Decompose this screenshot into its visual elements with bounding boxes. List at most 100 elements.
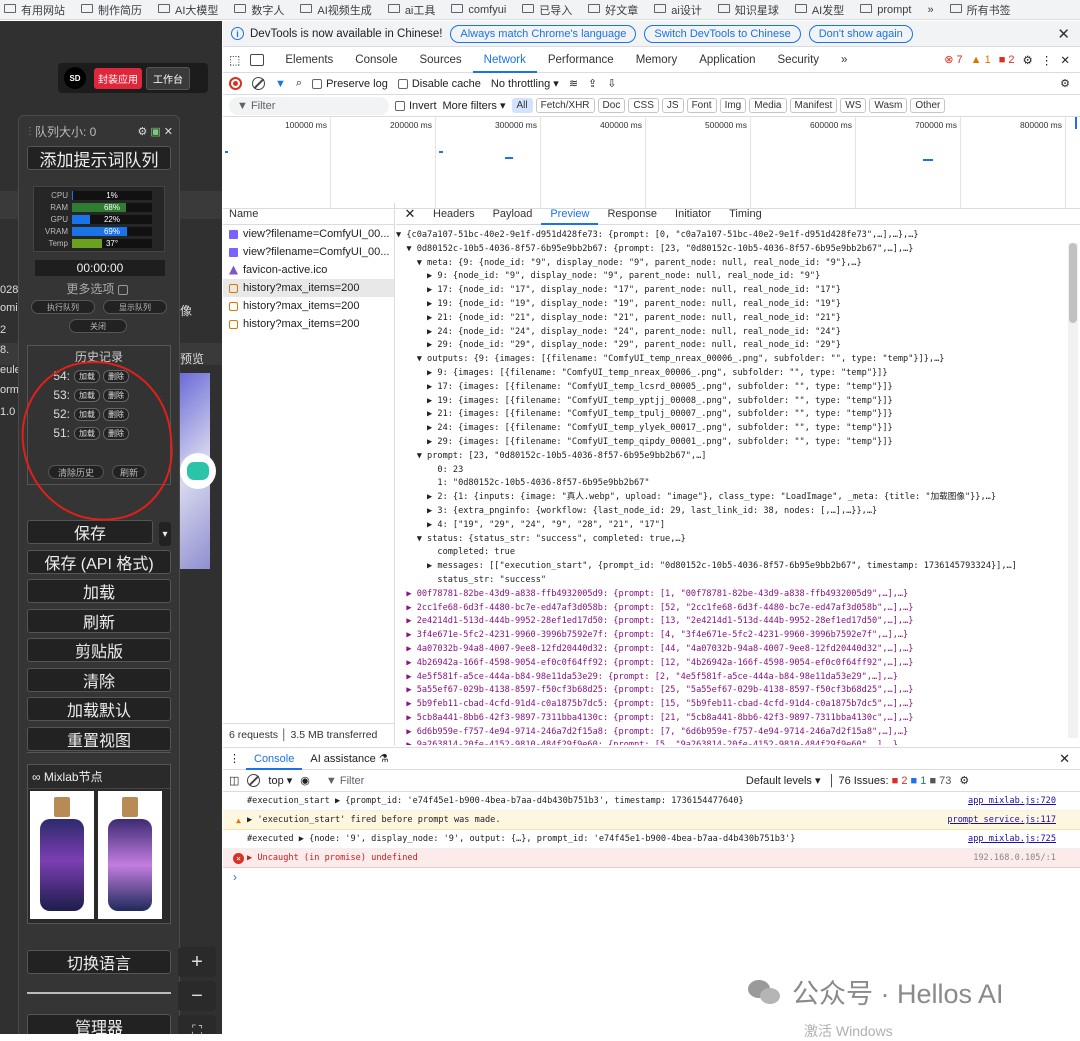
json-line[interactable]: ▶ 2e4214d1-513d-444b-9952-28ef1ed17d50: … (396, 615, 1064, 629)
tab-elements[interactable]: Elements (274, 47, 344, 73)
json-line[interactable]: ▶ 4a07032b-94a8-4007-9ee8-12fd20440d32: … (396, 643, 1064, 657)
refresh-history-button[interactable]: 刷新 (112, 465, 146, 479)
console-message[interactable]: ✕ ▶ Uncaught (in promise) undefined 192.16… (223, 849, 1080, 868)
filter-funnel-icon[interactable]: ▼ (275, 78, 286, 90)
name-column-header[interactable]: Name (223, 203, 394, 225)
history-delete-button[interactable]: 删除 (103, 407, 129, 421)
bookmark-5[interactable]: ai工具 (387, 2, 435, 18)
console-prompt[interactable]: › (223, 870, 1080, 884)
history-load-button[interactable]: 加载 (74, 407, 100, 421)
network-timeline[interactable]: 100000 ms 200000 ms 300000 ms 400000 ms 5000… (223, 117, 1080, 209)
more-options-toggle[interactable]: 更多选项 (19, 280, 179, 297)
wifi-icon[interactable]: ≋ (569, 77, 578, 90)
filter-chip-all[interactable]: All (511, 98, 533, 113)
gear-icon[interactable]: ⚙ (1023, 53, 1033, 67)
console-source-link[interactable]: app_mixlab.js:725 (968, 834, 1056, 844)
load-button[interactable]: 加载 (27, 579, 171, 603)
bookmark-4[interactable]: AI视频生成 (300, 2, 372, 18)
more-filters-button[interactable]: More filters ▾ (443, 99, 506, 112)
manager-button[interactable]: 管理器 (27, 1014, 171, 1034)
json-line[interactable]: ▶ 17: {node_id: "17", display_node: "17"… (396, 284, 1064, 298)
eye-icon[interactable]: ◉ (300, 774, 310, 787)
switch-chinese-button[interactable]: Switch DevTools to Chinese (644, 24, 801, 43)
tab-console[interactable]: Console (344, 47, 408, 73)
refresh-button[interactable]: 刷新 (27, 608, 171, 633)
json-line[interactable]: ▶ 19: {node_id: "19", display_node: "19"… (396, 298, 1064, 312)
history-load-button[interactable]: 加载 (74, 388, 100, 402)
tab-payload[interactable]: Payload (484, 203, 542, 225)
request-row[interactable]: view?filename=ComfyUI_00... (223, 225, 394, 243)
json-line[interactable]: ▶ 29: {images: [{filename: "ComfyUI_temp… (396, 436, 1064, 450)
all-bookmarks-folder[interactable]: 所有书签 (949, 2, 1011, 18)
kebab-menu-icon[interactable]: ⋮ (1041, 53, 1053, 67)
fit-view-icon[interactable]: ⛶ (178, 1015, 216, 1034)
json-line[interactable]: ▶ 2cc1fe68-6d3f-4480-bc7e-ed47af3d058b: … (396, 602, 1064, 616)
preview-scrollbar[interactable] (1068, 243, 1078, 738)
package-app-button[interactable]: 封装应用 (94, 67, 142, 89)
json-line[interactable]: ▶ 5b9feb11-cbad-4cfd-91d4-c0a1875b7dc5: … (396, 698, 1064, 712)
tab-performance[interactable]: Performance (537, 47, 625, 73)
json-line[interactable]: ▼ 0d80152c-10b5-4036-8f57-6b95e9bb2b67: … (396, 243, 1064, 257)
device-toolbar-icon[interactable] (250, 53, 265, 66)
filter-chip-other[interactable]: Other (910, 98, 946, 113)
tab-security[interactable]: Security (767, 47, 831, 73)
bookmark-6[interactable]: comfyui (451, 4, 506, 16)
switch-language-button[interactable]: 切换语言 (27, 950, 171, 974)
gear-icon[interactable]: ⚙ (138, 125, 148, 138)
preserve-log-checkbox[interactable]: Preserve log (312, 78, 388, 90)
clear-button[interactable]: 清除 (27, 667, 171, 692)
upload-icon[interactable]: ⇪ (588, 77, 597, 90)
filter-chip-media[interactable]: Media (749, 98, 787, 113)
filter-chip-manifest[interactable]: Manifest (789, 98, 838, 113)
record-icon[interactable] (229, 77, 242, 90)
json-line[interactable]: ▶ 19: {images: [{filename: "ComfyUI_temp… (396, 395, 1064, 409)
bookmark-8[interactable]: 好文章 (588, 2, 638, 18)
chat-bubble-icon[interactable] (180, 453, 216, 489)
request-row[interactable]: history?max_items=200 (223, 315, 394, 333)
json-line[interactable]: ▶ 24: {images: [{filename: "ComfyUI_temp… (396, 422, 1064, 436)
save-api-button[interactable]: 保存 (API 格式) (27, 549, 171, 574)
clipboard-button[interactable]: 剪贴版 (27, 638, 171, 662)
close-icon[interactable]: ✕ (1060, 53, 1070, 67)
disable-cache-checkbox[interactable]: Disable cache (397, 78, 481, 90)
zoom-out-icon[interactable]: − (178, 981, 216, 1011)
image-icon[interactable]: ▣ (150, 125, 160, 138)
bookmark-11[interactable]: AI发型 (794, 2, 844, 18)
tab-network[interactable]: Network (472, 47, 537, 73)
json-line[interactable]: ▶ 4b26942a-166f-4598-9054-ef0c0f64ff92: … (396, 657, 1064, 671)
bottle-image-1[interactable] (30, 791, 94, 919)
more-tabs-button[interactable]: » (830, 47, 858, 73)
close-icon[interactable]: ✕ (1057, 25, 1070, 43)
json-line[interactable]: ▶ 9a263814-20fe-4152-9810-484f29f9e60: {… (396, 739, 1064, 745)
console-source-link[interactable]: app_mixlab.js:720 (968, 796, 1056, 806)
filter-chip-font[interactable]: Font (686, 98, 717, 113)
json-line[interactable]: ▶ 9: {node_id: "9", display_node: "9", p… (396, 270, 1064, 284)
json-line[interactable]: ▶ messages: [["execution_start", {prompt… (396, 560, 1064, 574)
json-line[interactable]: ▶ 17: {images: [{filename: "ComfyUI_temp… (396, 381, 1064, 395)
json-line[interactable]: ▶ 21: {node_id: "21", display_node: "21"… (396, 312, 1064, 326)
add-to-queue-button[interactable]: 添加提示词队列 (27, 146, 171, 170)
tab-headers[interactable]: Headers (424, 203, 484, 225)
settings-icon[interactable]: ⚙ (1060, 77, 1070, 90)
request-row[interactable]: history?max_items=200 (223, 279, 394, 297)
download-icon[interactable]: ⇩ (607, 77, 616, 90)
json-line[interactable]: ▶ 4: ["19", "29", "24", "9", "28", "21",… (396, 519, 1064, 533)
bookmark-3[interactable]: 数字人 (234, 2, 284, 18)
sd-logo[interactable]: SD (64, 67, 86, 89)
tab-memory[interactable]: Memory (625, 47, 689, 73)
tab-ai-assistance[interactable]: AI assistance ⚗ (302, 748, 396, 770)
console-message[interactable]: #execution_start ▶ {prompt_id: 'e74f45e1… (223, 792, 1080, 811)
context-select[interactable]: top ▾ (268, 774, 292, 787)
filter-chip-img[interactable]: Img (719, 98, 747, 113)
tab-response[interactable]: Response (598, 203, 666, 225)
json-line[interactable]: ▶ 2: {1: {inputs: {image: "真人.webp", upl… (396, 491, 1064, 505)
error-count[interactable]: ⊗ 7 (944, 53, 962, 66)
console-message[interactable]: #executed ▶ {node: '9', display_node: '9… (223, 830, 1080, 849)
bookmark-9[interactable]: ai设计 (654, 2, 702, 18)
throttling-select[interactable]: No throttling ▾ (491, 77, 559, 90)
json-line[interactable]: ▶ 24: {node_id: "24", display_node: "24"… (396, 326, 1064, 340)
tab-timing[interactable]: Timing (720, 203, 771, 225)
filter-chip-ws[interactable]: WS (840, 98, 867, 113)
bookmark-1[interactable]: 制作简历 (81, 2, 142, 18)
filter-chip-js[interactable]: JS (661, 98, 684, 113)
